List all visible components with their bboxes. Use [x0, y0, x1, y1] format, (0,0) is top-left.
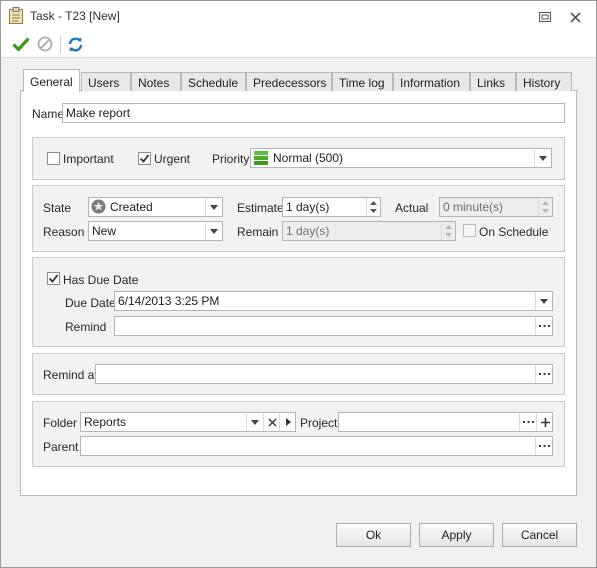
remind-at-label: Remind at: [43, 368, 98, 382]
tab-notes[interactable]: Notes: [131, 72, 181, 91]
priority-value: Normal (500): [273, 151, 344, 165]
ok-button[interactable]: Ok: [336, 523, 411, 547]
has-due-date-checkbox[interactable]: [47, 272, 60, 285]
project-add-button[interactable]: [536, 413, 553, 431]
cancel-button[interactable]: Cancel: [502, 523, 577, 547]
important-label: Important: [63, 152, 114, 166]
actual-spinner: [538, 198, 552, 216]
remind-label: Remind: [65, 320, 107, 334]
estimate-spinner[interactable]: [366, 198, 380, 216]
star-icon: [91, 199, 106, 214]
restore-window-icon[interactable]: [536, 8, 554, 26]
priority-select[interactable]: Normal (500): [250, 148, 552, 168]
on-schedule-label: On Schedule: [479, 225, 549, 239]
important-checkbox[interactable]: [47, 152, 60, 165]
remain-label: Remain: [237, 225, 279, 239]
remind-at-input[interactable]: [95, 364, 553, 384]
remain-input: 1 day(s): [282, 221, 456, 241]
state-group: [32, 185, 565, 252]
toolbar-separator: [60, 36, 61, 54]
priority-color-icon: [254, 151, 268, 165]
tab-time-log[interactable]: Time log: [332, 72, 393, 91]
tab-information[interactable]: Information: [393, 72, 470, 91]
cancel-circle-icon[interactable]: [36, 35, 54, 53]
apply-button[interactable]: Apply: [419, 523, 494, 547]
folder-group: [32, 401, 565, 467]
checkmark-icon[interactable]: [12, 35, 30, 53]
remind-ellipsis-button[interactable]: [535, 317, 552, 335]
priority-dropdown-button[interactable]: [534, 149, 551, 167]
folder-label: Folder: [43, 416, 78, 430]
state-select[interactable]: Created: [88, 197, 223, 217]
project-label: Project: [300, 416, 338, 430]
tab-general[interactable]: General: [23, 69, 80, 92]
chevron-down-icon: [210, 204, 218, 210]
plus-icon: [540, 417, 550, 427]
window-title: Task - T23 [New]: [30, 9, 120, 23]
ellipsis-icon: [522, 420, 534, 423]
actual-label: Actual: [395, 201, 429, 215]
chevron-down-icon: [251, 419, 259, 425]
has-due-date-label: Has Due Date: [63, 273, 139, 287]
state-value: Created: [110, 200, 153, 214]
chevron-down-icon: [210, 228, 218, 234]
tab-schedule[interactable]: Schedule: [181, 72, 246, 91]
reason-select[interactable]: New: [88, 221, 223, 241]
due-date-label: Due Date: [65, 296, 116, 310]
estimate-label: Estimate: [237, 201, 284, 215]
tab-history[interactable]: History: [516, 72, 572, 91]
parent-label: Parent: [43, 440, 79, 454]
chevron-down-icon: [539, 155, 547, 161]
remain-spinner: [441, 222, 455, 240]
parent-ellipsis-button[interactable]: [535, 437, 552, 455]
chevron-down-icon: [540, 298, 548, 304]
checkmark-icon: [48, 274, 59, 283]
checkmark-icon: [139, 154, 150, 163]
folder-dropdown-button[interactable]: [246, 413, 263, 431]
ellipsis-icon: [538, 444, 550, 447]
reason-dropdown-button[interactable]: [205, 222, 222, 240]
state-label: State: [43, 201, 72, 215]
parent-input[interactable]: [80, 436, 553, 456]
tab-users[interactable]: Users: [81, 72, 131, 91]
project-ellipsis-button[interactable]: [519, 413, 536, 431]
priority-label: Priority: [212, 152, 250, 166]
state-dropdown-button[interactable]: [205, 198, 222, 216]
ellipsis-icon: [538, 372, 550, 375]
urgent-label: Urgent: [154, 152, 191, 166]
name-input[interactable]: Make report: [62, 103, 565, 123]
refresh-icon[interactable]: [66, 35, 84, 53]
on-schedule-checkbox[interactable]: [463, 224, 476, 237]
ellipsis-icon: [538, 324, 550, 327]
folder-clear-button[interactable]: [263, 413, 280, 431]
due-date-dropdown-button[interactable]: [535, 292, 552, 310]
clipboard-icon: [9, 7, 23, 24]
name-label: Name: [32, 107, 65, 121]
urgent-checkbox[interactable]: [138, 152, 151, 165]
reason-label: Reason: [43, 225, 85, 239]
close-icon[interactable]: [566, 8, 584, 26]
due-date-input[interactable]: 6/14/2013 3:25 PM: [114, 291, 553, 311]
remind-input[interactable]: [114, 316, 553, 336]
tab-links[interactable]: Links: [470, 72, 516, 91]
actual-input: 0 minute(s): [439, 197, 553, 217]
clear-x-icon: [268, 418, 276, 426]
chevron-right-icon: [285, 418, 291, 426]
tab-predecessors[interactable]: Predecessors: [246, 72, 332, 91]
remind-at-ellipsis-button[interactable]: [535, 365, 552, 383]
folder-navigate-button[interactable]: [279, 413, 296, 431]
toolbar: [1, 31, 596, 58]
